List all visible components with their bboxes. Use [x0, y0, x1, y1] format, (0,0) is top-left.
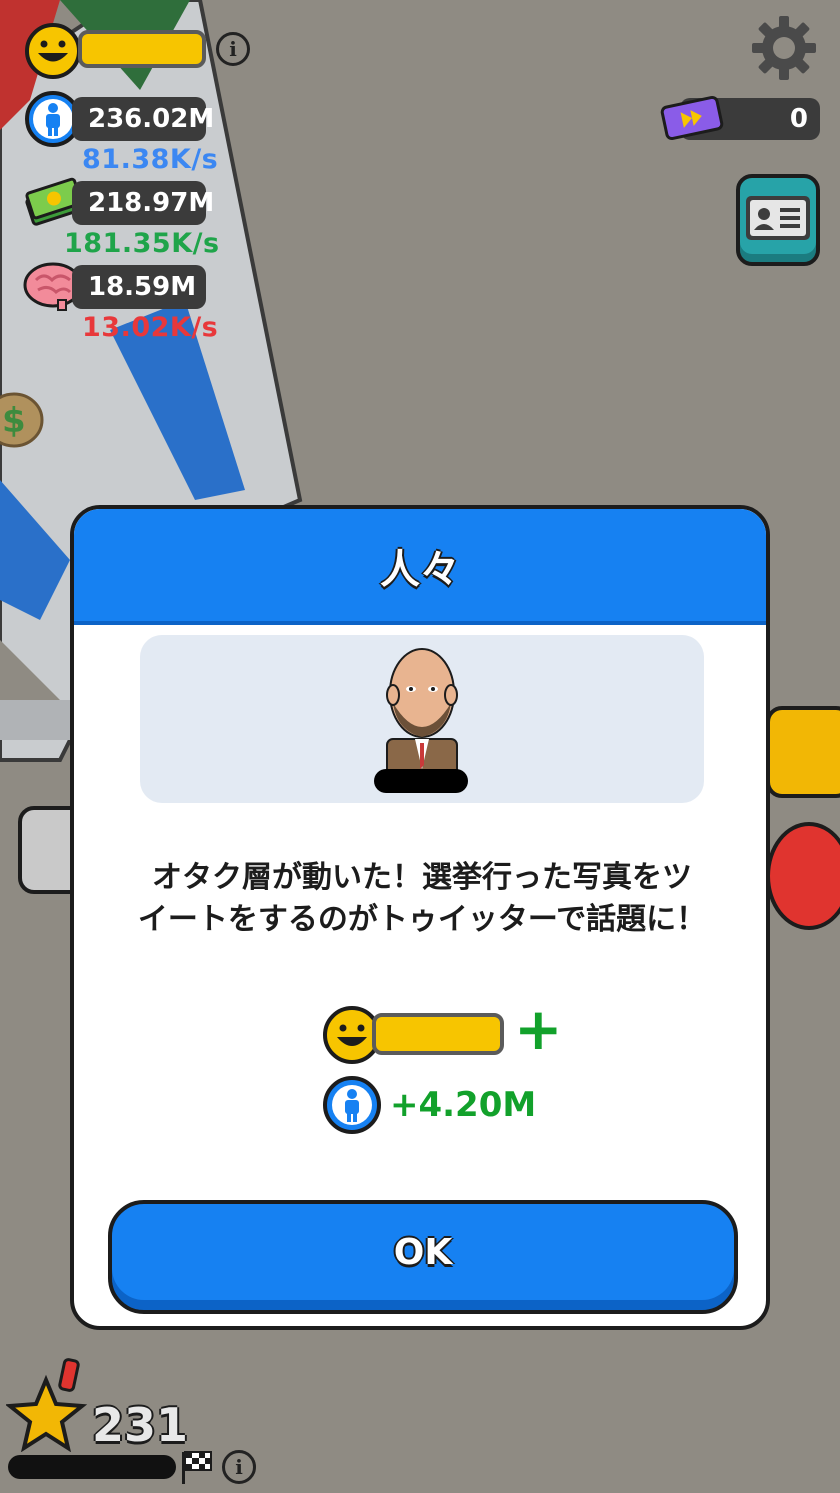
person-icon	[323, 1076, 381, 1134]
happiness-reward-bar	[372, 1013, 504, 1055]
people-count: 236.02M	[72, 97, 214, 141]
player-level: 231	[92, 1398, 189, 1452]
happiness-reward-plus: +	[514, 995, 563, 1063]
happiness-bar	[78, 30, 206, 68]
id-card-button[interactable]	[736, 174, 820, 266]
ok-button[interactable]: OK	[108, 1200, 738, 1314]
brain-upgrade-button[interactable]	[766, 706, 840, 798]
event-message: オタク層が動いた！選挙行った写真をツ イートをするのがトゥイッターで話題に！	[94, 857, 750, 941]
portrait-panel	[140, 635, 704, 803]
brain-count: 18.59M	[72, 265, 206, 309]
event-message-line2: イートをするのがトゥイッターで話題に！	[137, 902, 707, 937]
money-rate: 181.35K/s	[64, 228, 220, 259]
brain-rate: 13.02K/s	[82, 312, 219, 343]
gear-icon[interactable]	[750, 14, 818, 82]
people-reward-value: +4.20M	[390, 1085, 537, 1125]
level-progress-bar	[8, 1455, 176, 1479]
id-card-icon	[746, 196, 810, 240]
event-message-line1: オタク層が動いた！選挙行った写真をツ	[152, 860, 692, 895]
people-event-dialog: 人々 オタク層が動いた！選挙行った写真をツ イートをするのがトゥイッターで話題に…	[70, 505, 770, 1330]
dialog-title: 人々	[380, 547, 460, 593]
svg-text:$: $	[2, 401, 26, 441]
level-info-icon[interactable]: i	[222, 1450, 256, 1484]
money-count: 218.97M	[72, 181, 214, 225]
happy-face-icon	[25, 23, 81, 79]
checkered-flag-icon	[182, 1451, 212, 1484]
info-icon[interactable]: i	[216, 32, 250, 66]
redacted-name	[374, 769, 468, 793]
people-rate: 81.38K/s	[82, 144, 219, 175]
money-bag-icon: $	[0, 392, 44, 448]
ticket-icon[interactable]	[660, 94, 724, 142]
star-icon[interactable]	[6, 1356, 90, 1452]
